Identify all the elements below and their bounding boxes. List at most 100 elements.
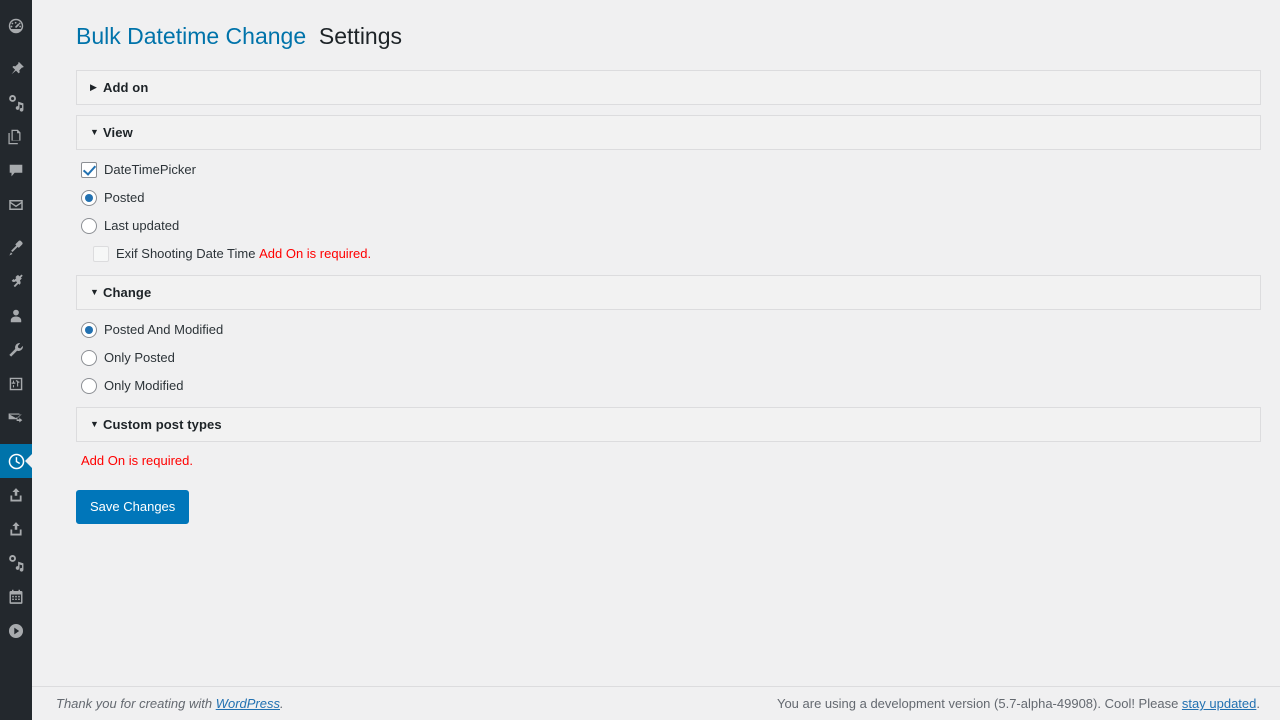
sidebar-item-media[interactable] [0,86,32,120]
upload-icon [7,520,25,538]
wrench-icon [7,341,25,359]
footer-version: You are using a development version (5.7… [777,696,1260,711]
radio-last-updated[interactable] [81,217,97,234]
label-datetimepicker[interactable]: DateTimePicker [81,161,196,178]
footer-version-prefix: You are using a development version (5.7… [776,696,1182,711]
label-only-modified[interactable]: Only Modified [81,377,184,394]
option-label-only-modified: Only Modified [104,378,184,394]
sidebar-item-appearance[interactable] [0,231,32,265]
admin-footer: Thank you for creating with WordPress. Y… [32,686,1280,720]
sidebar-item-settings[interactable] [0,367,32,401]
option-row-datetimepicker[interactable]: DateTimePicker [76,156,1261,184]
section-body-change: Posted And Modified Only Posted Only Mod… [76,310,1261,407]
page-subtitle: Settings [318,23,403,49]
section-header-add-on[interactable]: ▶ Add on [76,69,1261,105]
option-label-posted-and-modified: Posted And Modified [104,322,224,338]
pages-icon [7,128,25,146]
chevron-down-icon: ▼ [90,126,99,137]
radio-only-modified[interactable] [81,377,97,394]
wordpress-link[interactable]: WordPress [216,696,280,711]
sidebar-item-mail[interactable] [0,188,32,222]
comment-icon [7,162,25,180]
plug-icon [7,273,25,291]
admin-sidebar [0,0,33,720]
pin-icon [7,60,25,78]
checkbox-exif-shooting-date-time [93,245,109,262]
upload-icon [7,486,25,504]
page-title: Bulk Datetime Change Settings [76,22,1260,52]
section-body-view: DateTimePicker Posted Last updated Exif … [76,150,1261,275]
label-last-updated[interactable]: Last updated [81,217,180,234]
dashboard-icon [7,17,25,35]
media-icon [7,554,25,572]
chevron-down-icon: ▼ [90,286,99,297]
checkbox-datetimepicker[interactable] [81,161,97,178]
sidebar-item-media-2[interactable] [0,546,32,580]
section-header-view[interactable]: ▼ View [76,114,1261,150]
stay-updated-link[interactable]: stay updated [1182,696,1256,711]
sidebar-item-tools[interactable] [0,333,32,367]
save-changes-button[interactable]: Save Changes [76,489,190,524]
sidebar-item-posts[interactable] [0,52,32,86]
settings-form: ▶ Add on ▼ View DateTimePicker Posted La… [76,69,1261,524]
user-icon [7,307,25,325]
plugin-name: Bulk Datetime Change [76,23,307,49]
sidebar-item-bulk-datetime-change[interactable] [0,444,33,478]
sidebar-item-dashboard[interactable] [0,9,32,43]
clock-icon [7,452,26,471]
sidebar-item-users[interactable] [0,299,32,333]
sidebar-item-mail-forward[interactable] [0,401,32,435]
mail-forward-icon [7,409,25,427]
page-body: Bulk Datetime Change Settings ▶ Add on ▼… [32,0,1280,524]
sliders-icon [7,375,25,393]
sidebar-item-player[interactable] [0,614,32,648]
radio-only-posted[interactable] [81,349,97,366]
footer-thankyou-prefix: Thank you for creating with [56,696,216,711]
brush-icon [7,239,25,257]
section-label-custom-post-types: Custom post types [103,416,222,432]
option-row-only-modified[interactable]: Only Modified [76,372,1261,400]
sidebar-item-export-2[interactable] [0,512,32,546]
radio-posted-and-modified[interactable] [81,321,97,338]
section-label-add-on: Add on [103,79,149,95]
mail-icon [7,196,25,214]
sidebar-item-calendar[interactable] [0,580,32,614]
sidebar-sep-3 [0,435,32,444]
sidebar-sep-1 [0,43,32,52]
exif-required-note: Add On is required. [259,246,372,262]
chevron-down-icon: ▼ [90,418,99,429]
sidebar-item-plugins[interactable] [0,265,32,299]
calendar-icon [7,588,25,606]
sidebar-item-export-1[interactable] [0,478,32,512]
option-label-exif-shooting-date-time: Exif Shooting Date Time [116,246,256,262]
option-label-posted: Posted [104,190,145,206]
label-only-posted[interactable]: Only Posted [81,349,175,366]
footer-thankyou: Thank you for creating with WordPress. [32,696,777,711]
radio-posted[interactable] [81,189,97,206]
footer-version-suffix: . [1256,696,1260,711]
option-row-only-posted[interactable]: Only Posted [76,344,1261,372]
footer-thankyou-suffix: . [280,696,284,711]
admin-content: Bulk Datetime Change Settings ▶ Add on ▼… [32,0,1280,720]
option-row-posted-and-modified[interactable]: Posted And Modified [76,316,1261,344]
section-label-change: Change [103,284,152,300]
section-label-view: View [103,124,133,140]
section-header-custom-post-types[interactable]: ▼ Custom post types [76,406,1261,442]
option-label-only-posted: Only Posted [104,350,175,366]
sidebar-sep-2 [0,222,32,231]
option-row-exif-shooting-date-time: Exif Shooting Date Time Add On is requir… [76,240,1261,268]
media-icon [7,94,25,112]
option-label-last-updated: Last updated [104,218,180,234]
sidebar-item-comments[interactable] [0,154,32,188]
label-posted[interactable]: Posted [81,189,145,206]
label-exif-shooting-date-time: Exif Shooting Date Time Add On is requir… [93,245,372,262]
custom-post-types-required-notice: Add On is required. [81,452,194,468]
label-posted-and-modified[interactable]: Posted And Modified [81,321,224,338]
sidebar-item-pages[interactable] [0,120,32,154]
option-row-last-updated[interactable]: Last updated [76,212,1261,240]
option-row-posted[interactable]: Posted [76,184,1261,212]
sidebar-spacer-top [0,0,32,9]
section-header-change[interactable]: ▼ Change [76,274,1261,310]
play-icon [7,622,25,640]
option-label-datetimepicker: DateTimePicker [104,162,196,178]
